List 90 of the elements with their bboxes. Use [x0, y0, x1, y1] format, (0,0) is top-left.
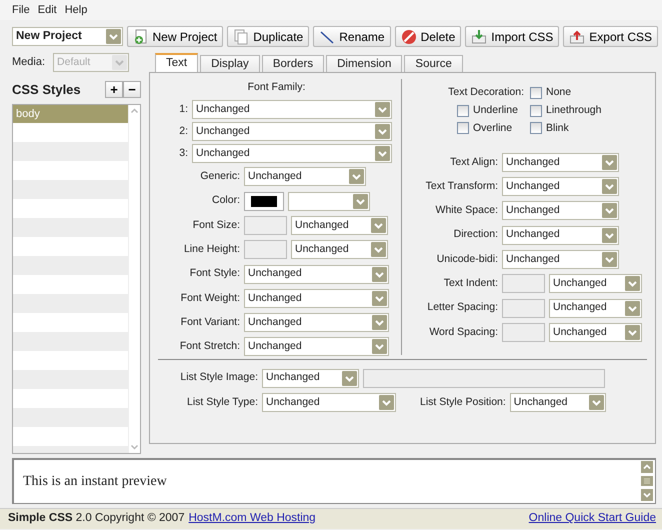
- tab[interactable]: Source: [404, 55, 463, 72]
- project-dropdown[interactable]: New Project: [12, 27, 123, 46]
- text-input[interactable]: [502, 298, 545, 318]
- dropdown[interactable]: Unchanged: [291, 216, 388, 235]
- menu-item[interactable]: Help: [64, 2, 88, 18]
- remove-button[interactable]: −: [123, 81, 141, 98]
- dropdown[interactable]: Unchanged: [291, 240, 388, 260]
- field-label: Font Variant:: [180, 314, 240, 330]
- checkbox[interactable]: Overline: [402, 120, 530, 136]
- dropdown[interactable]: Unchanged: [262, 392, 396, 412]
- dropdown[interactable]: Unchanged: [502, 152, 619, 172]
- field-label: Unicode-bidi:: [436, 252, 498, 267]
- field-label: Text Transform:: [424, 178, 498, 194]
- menu-item[interactable]: File: [12, 2, 30, 18]
- dropdown[interactable]: Unchanged: [549, 274, 642, 294]
- toolbar-button[interactable]: Export CSS: [563, 26, 658, 47]
- color-swatch[interactable]: [244, 192, 284, 211]
- dropdown[interactable]: Unchanged: [244, 337, 389, 356]
- toolbar-button[interactable]: Rename: [313, 26, 391, 47]
- scroll-down-icon: [641, 489, 653, 501]
- dropdown[interactable]: Unchanged: [502, 201, 619, 220]
- text-input[interactable]: [502, 274, 545, 294]
- media-label: Media:: [12, 55, 46, 70]
- field-label: Font Style:: [188, 266, 240, 282]
- field-label: List Style Image:: [179, 370, 258, 386]
- link[interactable]: Online Quick Start Guide: [528, 510, 656, 528]
- pages-icon: [233, 28, 250, 44]
- field-label: 2:: [178, 124, 188, 139]
- checkbox[interactable]: Linethrough: [530, 102, 647, 118]
- dropdown[interactable]: Unchanged: [192, 100, 392, 120]
- checkbox[interactable]: Blink: [530, 120, 647, 136]
- field-label: Text Decoration:: [447, 85, 525, 100]
- dropdown[interactable]: Unchanged: [262, 368, 359, 388]
- checkbox[interactable]: Underline: [402, 102, 530, 118]
- preview-text: This is an instant preview: [22, 472, 168, 490]
- scroll-up-icon: [641, 461, 653, 473]
- tab[interactable]: Dimension: [326, 55, 402, 72]
- dropdown[interactable]: Unchanged: [192, 122, 392, 142]
- field-label: Direction:: [452, 227, 498, 242]
- page-plus-icon: [132, 28, 149, 44]
- field-label: List Style Type:: [186, 394, 258, 410]
- scroll-thumb: [641, 476, 653, 486]
- dropdown[interactable]: Unchanged: [549, 322, 642, 342]
- tray-arrow-up-icon: [569, 28, 586, 44]
- field-label: List Style Position:: [420, 394, 506, 410]
- field-label: 1:: [178, 102, 188, 117]
- text-input[interactable]: [244, 216, 287, 235]
- dropdown[interactable]: Unchanged: [549, 298, 642, 318]
- dropdown[interactable]: Unchanged: [244, 167, 366, 186]
- text-input[interactable]: [363, 368, 605, 388]
- field-label: Font Stretch:: [178, 339, 240, 354]
- field-label: Text Indent:: [442, 276, 498, 291]
- no-entry-icon: [400, 28, 417, 44]
- field-label: Font Size:: [192, 218, 240, 233]
- text-input[interactable]: [244, 240, 287, 260]
- tray-arrow-down-icon: [471, 28, 488, 44]
- add-button[interactable]: +: [105, 81, 123, 98]
- field-label: Font Weight:: [180, 290, 240, 306]
- field-label: Line Height:: [182, 242, 240, 257]
- copyright-text: Simple CSS 2.0 Copyright © 2007: [8, 510, 185, 526]
- slash-icon: [319, 28, 336, 44]
- field-label: Color:: [210, 193, 240, 208]
- tab[interactable]: Display: [200, 55, 260, 72]
- field-label: 3:: [178, 146, 188, 161]
- checkbox[interactable]: None: [530, 85, 647, 101]
- dropdown[interactable]: Unchanged: [192, 144, 392, 164]
- tab[interactable]: Text: [155, 53, 198, 72]
- field-label: White Space:: [434, 203, 498, 218]
- panel-title: CSS Styles: [12, 81, 81, 99]
- link[interactable]: HostM.com Web Hosting: [188, 510, 316, 528]
- toolbar-button[interactable]: Delete: [394, 26, 462, 47]
- tab[interactable]: Borders: [262, 55, 324, 72]
- field-label: Generic:: [199, 169, 240, 184]
- color-sample: [251, 196, 277, 207]
- dropdown[interactable]: Unchanged: [502, 177, 619, 196]
- dropdown[interactable]: Unchanged: [502, 226, 619, 245]
- field-label: Word Spacing:: [428, 324, 498, 340]
- menu-item[interactable]: Edit: [38, 2, 57, 18]
- text-input[interactable]: [502, 322, 545, 342]
- dropdown[interactable]: Unchanged: [244, 288, 389, 308]
- dropdown[interactable]: Unchanged: [244, 264, 389, 284]
- field-label: Text Align:: [449, 154, 498, 170]
- dropdown[interactable]: Unchanged: [502, 250, 619, 270]
- field-label: Letter Spacing:: [426, 300, 498, 316]
- dropdown[interactable]: Unchanged: [510, 392, 606, 412]
- toolbar-button[interactable]: New Project: [126, 26, 224, 47]
- toolbar-button[interactable]: Import CSS: [465, 26, 560, 47]
- toolbar-button[interactable]: Duplicate: [227, 26, 310, 47]
- dropdown[interactable]: Unchanged: [244, 313, 389, 332]
- section-title: Font Family:: [248, 81, 306, 93]
